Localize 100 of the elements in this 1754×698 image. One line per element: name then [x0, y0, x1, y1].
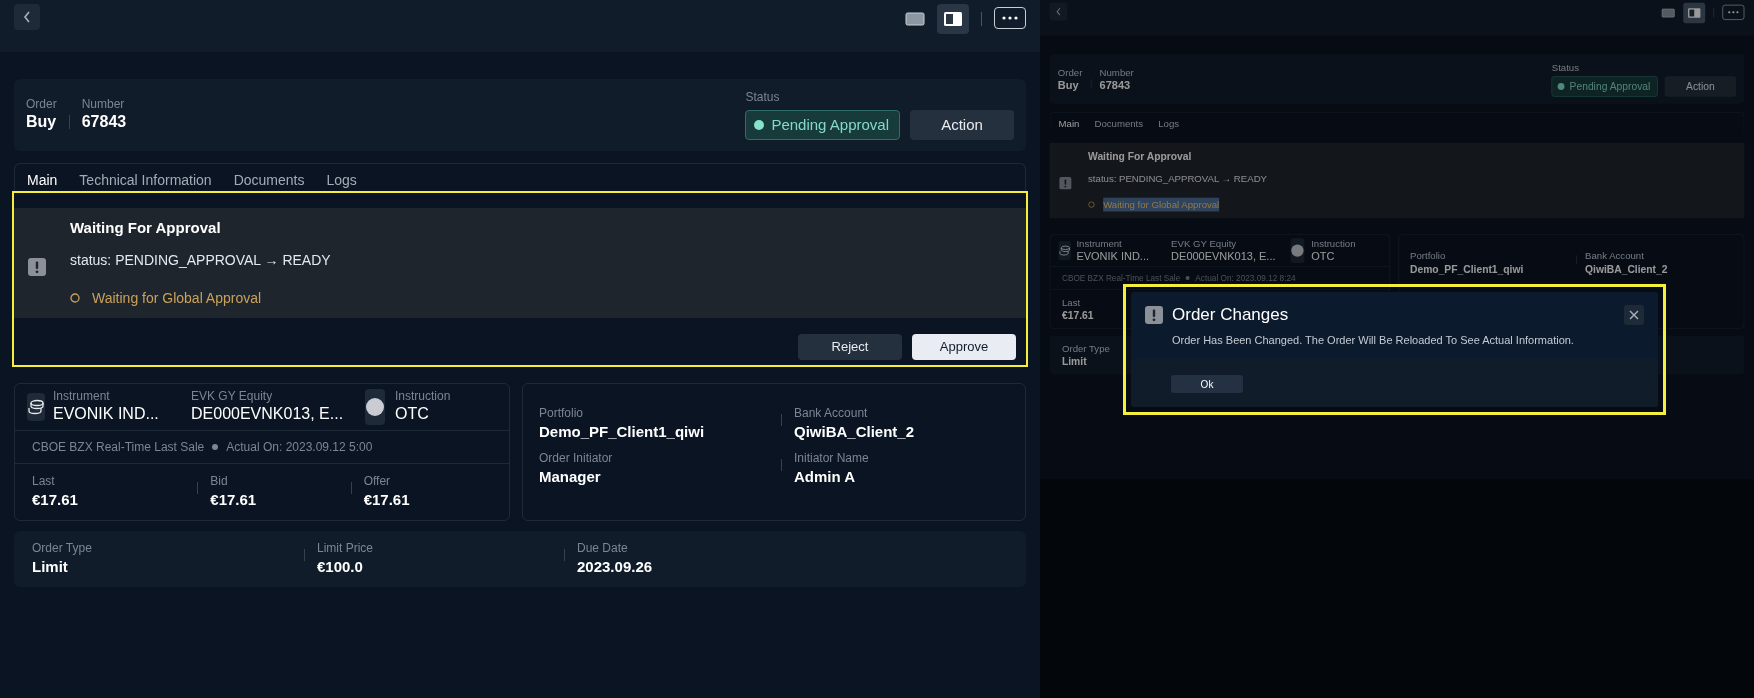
approval-step: Waiting for Global Approval — [92, 288, 262, 308]
field-label: Number — [1099, 65, 1134, 79]
field-value: OTC — [395, 404, 430, 425]
field-value: EVONIK IND... — [1076, 249, 1150, 264]
status-badge: Pending Approval — [1551, 76, 1658, 97]
field-label: Order Type — [1061, 342, 1110, 356]
tab[interactable]: Documents — [233, 168, 305, 191]
close-icon — [1629, 310, 1639, 320]
field-label: Order — [1057, 65, 1083, 79]
more-button[interactable] — [994, 7, 1026, 29]
split-view-button[interactable] — [937, 4, 969, 34]
field-label: Initiator Name — [794, 451, 869, 467]
field-value: €17.61 — [210, 489, 257, 510]
field-value: Demo_PF_Client1_qiwi — [1410, 262, 1524, 276]
status-badge: Pending Approval — [745, 109, 900, 140]
field-value: 67843 — [1099, 78, 1132, 93]
circle-icon — [1290, 243, 1305, 258]
field-value: €17.61 — [32, 489, 78, 510]
warning-icon — [28, 258, 46, 276]
split-view-icon — [1687, 7, 1702, 19]
data-source: CBOE BZX Real-Time Last Sale — [1061, 272, 1181, 285]
field-value: Admin A — [794, 466, 857, 487]
field-label: Number — [81, 96, 126, 113]
circle-icon — [365, 397, 385, 417]
field-label: Offer — [363, 474, 392, 490]
field-value: Buy — [1057, 78, 1080, 93]
more-icon — [1002, 16, 1018, 20]
field-value: 2023.09.26 — [577, 556, 653, 577]
split-view-button[interactable] — [1683, 2, 1706, 24]
field-value: Demo_PF_Client1_qiwi — [539, 421, 705, 442]
approval-title: Waiting For Approval — [1088, 149, 1193, 164]
warning-icon — [1059, 177, 1072, 190]
warning-icon — [1145, 306, 1163, 324]
field-label: Instrument — [1076, 237, 1123, 250]
more-icon — [1727, 11, 1739, 14]
field-value: €17.61 — [363, 489, 410, 510]
approve-button[interactable]: Approve — [912, 334, 1016, 360]
field-value: Limit — [32, 556, 69, 577]
field-label: Status — [745, 90, 781, 106]
update-time: Actual On: 2023.09.12 5:00 — [226, 439, 373, 456]
field-value: €100.0 — [317, 556, 364, 577]
field-value: QiwiBA_Client_2 — [794, 421, 915, 442]
status-transition: status: PENDING_APPROVAL → READY — [1088, 172, 1268, 186]
field-label: Bank Account — [794, 406, 869, 422]
field-label: Last — [32, 474, 56, 490]
field-value: DE000EVNK013, E... — [191, 404, 341, 425]
tab[interactable]: Logs — [1158, 115, 1180, 132]
field-label: Instruction — [1311, 237, 1357, 250]
approval-step: Waiting for Global Approval — [1103, 197, 1220, 212]
field-label: Portfolio — [1410, 249, 1447, 263]
status-transition: status: PENDING_APPROVAL → READY — [70, 251, 332, 270]
close-button[interactable] — [1624, 305, 1644, 325]
data-source: CBOE BZX Real-Time Last Sale — [32, 439, 205, 456]
field-label: Last — [1061, 296, 1082, 310]
dialog-message: Order Has Been Changed. The Order Will Be Reloaded To See Actual Information. — [1172, 333, 1575, 348]
field-value: €17.61 — [1061, 309, 1094, 323]
field-label: EVK GY Equity — [191, 388, 274, 405]
field-value: Buy — [26, 112, 57, 133]
back-button[interactable] — [14, 4, 40, 30]
chevron-left-icon — [23, 11, 31, 23]
tab[interactable]: Logs — [326, 168, 357, 191]
tab[interactable]: Technical Information — [79, 168, 212, 191]
dialog-title: Order Changes — [1172, 304, 1290, 326]
field-value: EVONIK IND... — [53, 404, 160, 425]
field-value: DE000EVNK013, E... — [1171, 249, 1275, 264]
field-label: Status — [1551, 61, 1580, 74]
field-label: Instruction — [395, 388, 452, 405]
reject-button[interactable]: Reject — [798, 334, 902, 360]
ok-button[interactable]: Ok — [1171, 375, 1243, 393]
action-button[interactable]: Action — [910, 109, 1014, 140]
circle-icon — [70, 293, 80, 303]
field-label: Order Type — [32, 541, 92, 557]
tab[interactable]: Main — [27, 168, 58, 191]
field-value: OTC — [1311, 249, 1336, 264]
single-view-icon — [1661, 8, 1675, 18]
approval-title: Waiting For Approval — [70, 218, 222, 238]
single-view-icon — [905, 12, 925, 26]
field-label: Portfolio — [539, 406, 585, 422]
update-time: Actual On: 2023.09.12 8:24 — [1195, 272, 1296, 285]
field-label: Limit Price — [317, 541, 373, 557]
action-button[interactable]: Action — [1664, 76, 1737, 97]
split-view-icon — [943, 11, 963, 27]
separator-dot — [1185, 275, 1190, 281]
field-value: Manager — [539, 466, 602, 487]
status-dot — [754, 119, 765, 130]
field-label: Order — [26, 96, 57, 113]
coins-icon — [27, 399, 45, 415]
field-value: 67843 — [81, 112, 127, 133]
field-label: EVK GY Equity — [1171, 237, 1238, 250]
field-label: Bid — [210, 474, 229, 490]
field-label: Bank Account — [1585, 249, 1645, 263]
field-value: QiwiBA_Client_2 — [1585, 262, 1668, 276]
status-dot — [1557, 83, 1565, 90]
separator-dot — [212, 444, 219, 450]
field-value: Limit — [1061, 355, 1088, 369]
field-label: Instrument — [53, 388, 111, 405]
field-label: Order Initiator — [539, 451, 613, 467]
tab[interactable]: Documents — [1094, 115, 1144, 132]
tab[interactable]: Main — [1058, 115, 1080, 132]
field-label: Due Date — [577, 541, 629, 557]
